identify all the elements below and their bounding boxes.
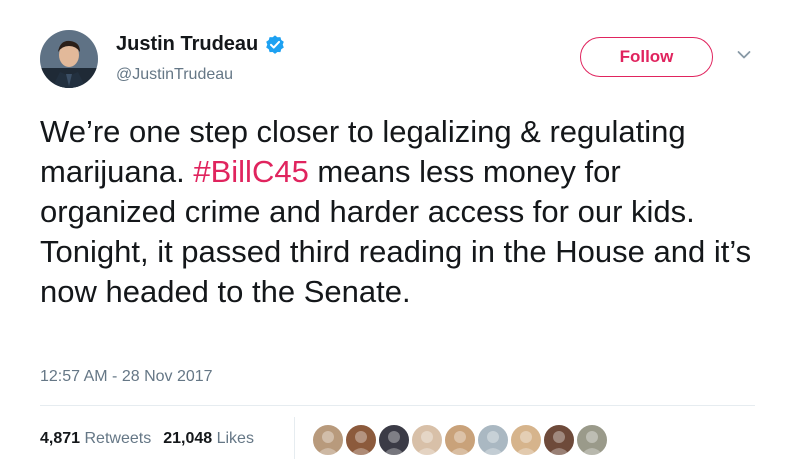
follow-button[interactable]: Follow: [580, 37, 713, 77]
divider: [40, 405, 755, 406]
likes-stat[interactable]: 21,048 Likes: [163, 430, 254, 447]
verified-badge-icon: [264, 34, 286, 56]
tweet-stats: 4,871 Retweets 21,048 Likes: [40, 430, 266, 448]
liker-avatar-5[interactable]: [444, 424, 476, 456]
user-handle[interactable]: @JustinTrudeau: [116, 66, 233, 84]
retweets-stat[interactable]: 4,871 Retweets: [40, 430, 151, 447]
tweet-timestamp[interactable]: 12:57 AM - 28 Nov 2017: [40, 368, 213, 386]
display-name[interactable]: Justin Trudeau: [116, 33, 258, 56]
liker-avatar-9[interactable]: [576, 424, 608, 456]
liker-avatar-2[interactable]: [345, 424, 377, 456]
stats-divider: [294, 417, 295, 459]
hashtag-link[interactable]: #BillC45: [193, 154, 308, 189]
retweets-label: Retweets: [85, 430, 152, 447]
likes-label: Likes: [217, 430, 254, 447]
liker-avatar-4[interactable]: [411, 424, 443, 456]
profile-photo-icon: [40, 30, 98, 88]
profile-avatar[interactable]: [40, 30, 98, 88]
liker-avatar-6[interactable]: [477, 424, 509, 456]
liker-avatar-1[interactable]: [312, 424, 344, 456]
likes-count: 21,048: [163, 430, 212, 447]
liker-avatar-7[interactable]: [510, 424, 542, 456]
tweet-text: We’re one step closer to legalizing & re…: [40, 112, 760, 312]
chevron-down-icon[interactable]: [737, 50, 751, 60]
retweets-count: 4,871: [40, 430, 80, 447]
tweet-card: Justin Trudeau @JustinTrudeau Follow We’…: [0, 0, 795, 468]
liker-avatar-3[interactable]: [378, 424, 410, 456]
liker-avatar-8[interactable]: [543, 424, 575, 456]
